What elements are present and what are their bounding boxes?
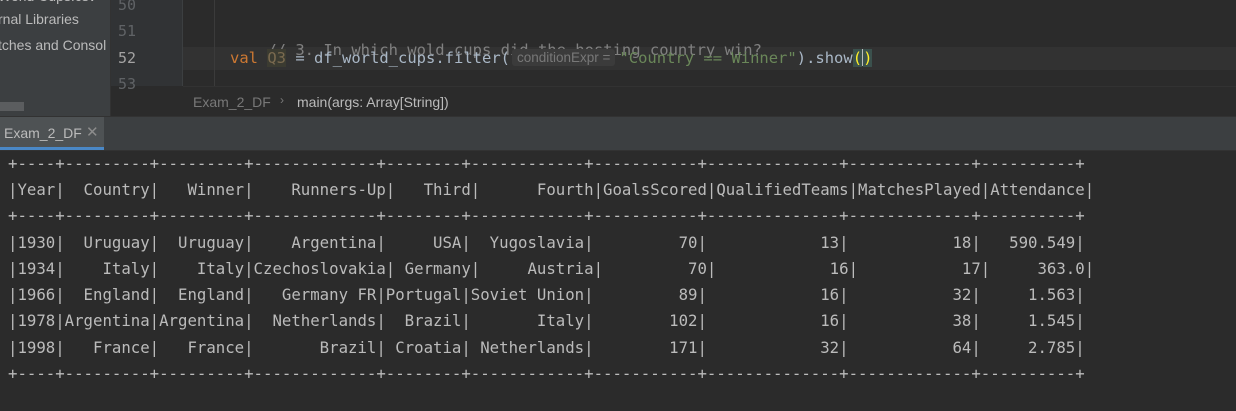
run-tab-label: Exam_2_DF [4, 125, 82, 141]
line-number: 53 [117, 75, 136, 93]
table-row: |1966| England| England| Germany FR|Port… [8, 285, 1085, 304]
project-tree-panel[interactable]: World Cups.csv rnal Libraries tches and … [0, 0, 111, 116]
table-row: |1930| Uruguay| Uruguay| Argentina| USA|… [8, 233, 1085, 252]
table-header-row: |Year| Country| Winner| Runners-Up| Thir… [8, 180, 1095, 199]
parameter-hint: conditionExpr = [511, 49, 616, 66]
keyword-val: val [230, 49, 258, 67]
table-border-header: +----+---------+---------+-------------+… [8, 206, 1085, 225]
table-row: |1934| Italy| Italy|Czechoslovakia| Germ… [8, 259, 1095, 278]
tree-item-world-cups-csv[interactable]: World Cups.csv [0, 0, 96, 8]
line-number: 51 [117, 22, 136, 40]
tree-item-external-libraries[interactable]: rnal Libraries [0, 11, 79, 31]
show-call: ).show [796, 49, 853, 67]
chevron-right-icon: › [280, 93, 284, 107]
code-line-current[interactable]: val Q3 = df_world_cups.filter(conditionE… [230, 49, 873, 67]
table-border-bottom: +----+---------+---------+-------------+… [8, 364, 1085, 383]
run-console[interactable]: +----+---------+---------+-------------+… [0, 151, 1236, 411]
variable-q3: Q3 [267, 49, 287, 67]
breadcrumb-object[interactable]: Exam_2_DF [193, 94, 271, 110]
close-icon[interactable]: ✕ [86, 123, 99, 141]
filter-call: = df_world_cups.filter( [286, 49, 510, 67]
code-editor[interactable]: // 3. In which wold cups did the hosting… [183, 0, 1236, 86]
string-literal: "Country == Winner" [619, 49, 797, 67]
line-number-current: 52 [117, 49, 136, 67]
indent-guide [214, 0, 215, 86]
matched-close-paren: ) [863, 49, 873, 67]
line-number: 50 [117, 0, 136, 14]
table-row: |1998| France| France| Brazil| Croatia| … [8, 338, 1085, 357]
tree-horizontal-scrollbar[interactable] [0, 102, 24, 111]
matched-open-paren: ( [852, 49, 863, 67]
tree-item-scratches-and-consoles[interactable]: tches and Consol [0, 37, 106, 57]
table-row: |1978|Argentina|Argentina| Netherlands| … [8, 311, 1085, 330]
run-tool-window-tabs: Exam_2_DF ✕ [0, 116, 1236, 151]
breadcrumb: Exam_2_DF › main(args: Array[String]) [183, 86, 1236, 117]
breadcrumb-method[interactable]: main(args: Array[String]) [297, 94, 449, 110]
table-border-top: +----+---------+---------+-------------+… [8, 154, 1085, 173]
editor-gutter: 50 51 52 53 [111, 0, 183, 93]
tab-run-exam-2-df[interactable]: Exam_2_DF ✕ [0, 117, 104, 150]
